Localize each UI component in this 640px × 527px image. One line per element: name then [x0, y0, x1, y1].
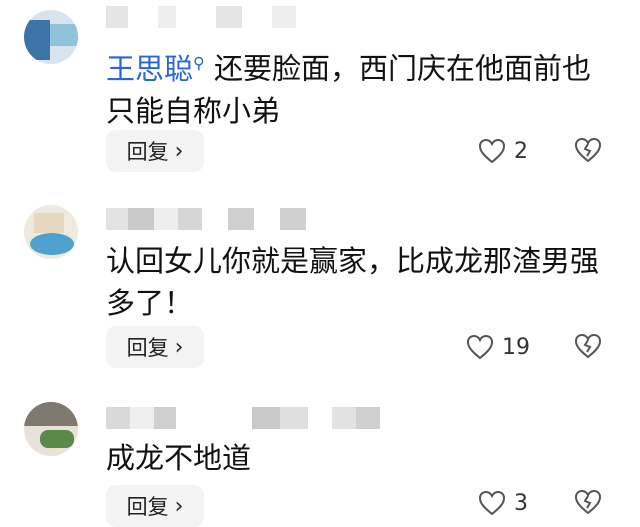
- comment-text: 认回女儿你就是赢家，比成龙那渣男强 多了！: [106, 244, 600, 320]
- broken-heart-icon: [574, 333, 602, 359]
- like-button[interactable]: 3: [478, 490, 528, 516]
- like-count: 3: [514, 490, 528, 516]
- author-link[interactable]: 王思聪⚲: [106, 52, 205, 86]
- avatar[interactable]: [24, 402, 78, 456]
- search-icon: ⚲: [193, 53, 205, 72]
- avatar[interactable]: [24, 10, 78, 64]
- avatar[interactable]: [24, 205, 78, 259]
- reply-button[interactable]: 回复 ›: [106, 130, 204, 172]
- comment-text: 成龙不地道: [106, 441, 252, 475]
- heart-icon: [466, 334, 494, 360]
- dislike-button[interactable]: [574, 333, 602, 363]
- reply-button[interactable]: 回复 ›: [106, 326, 204, 368]
- like-button[interactable]: 2: [478, 138, 528, 164]
- comment-text: 王思聪⚲ 还要脸面，西门庆在他面前也 只能自称小弟: [106, 51, 591, 128]
- chevron-right-icon: ›: [174, 334, 184, 360]
- chevron-right-icon: ›: [174, 138, 184, 164]
- blurred-username: [106, 6, 296, 28]
- heart-icon: [478, 138, 506, 164]
- heart-icon: [478, 490, 506, 516]
- broken-heart-icon: [574, 489, 602, 515]
- like-count: 19: [502, 334, 530, 360]
- like-button[interactable]: 19: [466, 334, 530, 360]
- like-count: 2: [514, 138, 528, 164]
- reply-button[interactable]: 回复 ›: [106, 485, 204, 527]
- blurred-username: [106, 407, 380, 429]
- dislike-button[interactable]: [574, 137, 602, 167]
- broken-heart-icon: [574, 137, 602, 163]
- blurred-username: [106, 208, 306, 230]
